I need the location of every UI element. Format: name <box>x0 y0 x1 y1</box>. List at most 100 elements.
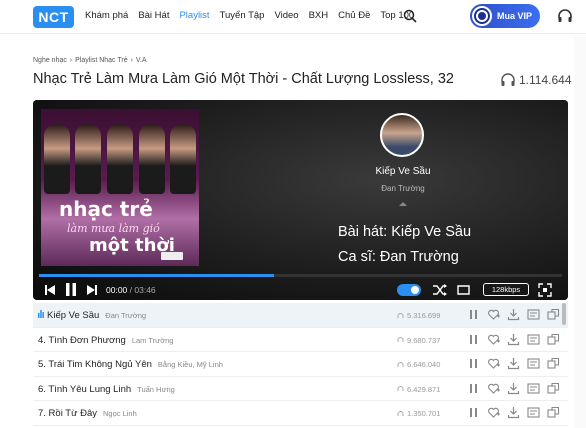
play-count-value: 6.429.871 <box>407 384 441 394</box>
song-row[interactable]: 6. Tình Yêu Lung Linh Tuấn Hưng 6.429.871 <box>33 377 568 401</box>
play-icon[interactable] <box>467 382 480 395</box>
lyrics-icon[interactable] <box>527 308 540 321</box>
breadcrumb-va[interactable]: V.A <box>136 57 147 64</box>
buy-vip-button[interactable]: Mua VIP <box>470 4 540 28</box>
download-icon[interactable] <box>507 308 520 321</box>
total-time: 03:46 <box>134 285 156 295</box>
add-to-playlist-icon[interactable] <box>487 357 500 370</box>
share-icon[interactable] <box>547 406 560 419</box>
headphone-icon[interactable] <box>557 8 573 24</box>
play-count-value: 6.646.040 <box>407 360 441 369</box>
add-to-playlist-icon[interactable] <box>487 406 500 419</box>
cover-face <box>138 124 165 194</box>
play-count: 1.350.701 <box>397 409 440 418</box>
play-count-value: 9.680.737 <box>407 335 441 345</box>
caret-up-icon <box>399 202 407 206</box>
previous-icon[interactable] <box>45 285 55 295</box>
cover-face <box>170 124 197 194</box>
search-button[interactable] <box>403 9 417 28</box>
music-player: nhạc trẻ làm mưa làm gió một thời Kiếp V… <box>33 100 568 300</box>
song-title-text[interactable]: 5. Trái Tim Không Ngủ Yên <box>38 359 152 370</box>
add-to-playlist-icon[interactable] <box>487 308 500 321</box>
share-icon[interactable] <box>547 357 560 370</box>
play-icon[interactable] <box>467 357 480 370</box>
song-row[interactable]: 5. Trái Tim Không Ngủ Yên Bằng Kiều, Mỹ L… <box>33 352 568 377</box>
song-row[interactable]: 4. Tình Đơn Phương Lam Trường 9.680.737 <box>33 328 568 352</box>
play-icon[interactable] <box>467 406 480 419</box>
lyric-song-line: Bài hát: Kiếp Ve Sầu <box>338 224 472 240</box>
now-playing-song[interactable]: Kiếp Ve Sầu <box>373 166 433 177</box>
song-artist[interactable]: Lam Trường <box>132 336 174 345</box>
autoplay-toggle[interactable] <box>397 284 421 296</box>
download-icon[interactable] <box>507 382 520 395</box>
nct-logo[interactable]: NCT <box>33 6 74 28</box>
nav-item-bxh[interactable]: BXH <box>309 10 329 21</box>
cover-label-badge <box>161 252 183 260</box>
nav-item-tuyen-tap[interactable]: Tuyển Tập <box>220 10 265 21</box>
lyrics-icon[interactable] <box>527 406 540 419</box>
play-icon[interactable] <box>467 308 480 321</box>
lyrics-icon[interactable] <box>527 382 540 395</box>
lyrics-icon[interactable] <box>527 333 540 346</box>
download-icon[interactable] <box>507 357 520 370</box>
next-icon[interactable] <box>87 285 97 295</box>
play-count: 6.429.871 <box>397 385 440 394</box>
song-title[interactable]: Kiếp Ve Sầu Đan Trường <box>38 310 146 321</box>
cover-face <box>43 124 70 194</box>
add-to-playlist-icon[interactable] <box>487 382 500 395</box>
share-icon[interactable] <box>547 333 560 346</box>
now-playing-artist[interactable]: Đan Trường <box>373 184 433 193</box>
lyrics-icon[interactable] <box>527 357 540 370</box>
play-icon[interactable] <box>467 333 480 346</box>
song-row[interactable]: Kiếp Ve Sầu Đan Trường 5.316.699 <box>33 303 568 328</box>
listen-count: 1.114.644 <box>500 73 572 87</box>
breadcrumb-playlist-nhac-tre[interactable]: Playlist Nhạc Trẻ <box>75 57 128 64</box>
playlist-cover: nhạc trẻ làm mưa làm gió một thời <box>41 109 199 266</box>
player-controls: 00:00 / 03:46 128kbps <box>33 280 568 300</box>
download-icon[interactable] <box>507 333 520 346</box>
download-icon[interactable] <box>507 406 520 419</box>
add-to-playlist-icon[interactable] <box>487 333 500 346</box>
song-title[interactable]: 4. Tình Đơn Phương Lam Trường <box>38 335 173 346</box>
play-count: 9.680.737 <box>397 336 440 345</box>
share-icon[interactable] <box>547 382 560 395</box>
song-artist[interactable]: Ngọc Linh <box>103 409 137 418</box>
artist-avatar[interactable] <box>380 113 424 157</box>
breadcrumb-separator: › <box>128 57 135 64</box>
song-actions <box>467 382 567 395</box>
quality-selector[interactable]: 128kbps <box>483 283 529 296</box>
nav-item-bai-hat[interactable]: Bài Hát <box>138 10 169 21</box>
share-icon[interactable] <box>547 308 560 321</box>
nav-item-chu-de[interactable]: Chủ Đề <box>338 10 370 21</box>
lyric-singer-line: Ca sĩ: Đan Trường <box>338 249 459 265</box>
repeat-icon[interactable] <box>457 284 470 296</box>
nav-item-kham-pha[interactable]: Khám phá <box>85 10 128 21</box>
time-display: 00:00 / 03:46 <box>106 285 156 295</box>
song-artist[interactable]: Tuấn Hưng <box>137 385 175 394</box>
song-row[interactable]: 7. Rồi Từ Đây Ngọc Linh 1.350.701 <box>33 401 568 426</box>
nav-item-video[interactable]: Video <box>274 10 298 21</box>
song-title-text[interactable]: 6. Tình Yêu Lung Linh <box>38 384 131 395</box>
current-time: 00:00 <box>106 285 128 295</box>
nav-item-playlist[interactable]: Playlist <box>179 10 209 21</box>
now-playing-icon <box>38 310 44 318</box>
song-title-text[interactable]: Kiếp Ve Sầu <box>47 310 99 321</box>
progress-bar[interactable] <box>39 274 562 277</box>
buy-vip-label: Mua VIP <box>497 11 533 21</box>
cover-artists-photo <box>41 109 199 194</box>
fullscreen-lyric-icon[interactable] <box>538 283 552 297</box>
headphone-icon <box>397 312 404 318</box>
song-title-text[interactable]: 7. Rồi Từ Đây <box>38 408 97 419</box>
play-pause-icon[interactable] <box>65 283 77 296</box>
song-artist[interactable]: Đan Trường <box>105 311 146 320</box>
song-title[interactable]: 6. Tình Yêu Lung Linh Tuấn Hưng <box>38 384 175 395</box>
cover-face <box>106 124 133 194</box>
song-title-text[interactable]: 4. Tình Đơn Phương <box>38 335 126 346</box>
breadcrumb-nghe-nhac[interactable]: Nghe nhạc <box>33 57 67 64</box>
song-title[interactable]: 5. Trái Tim Không Ngủ Yên Bằng Kiều, Mỹ L… <box>38 359 223 370</box>
song-artist[interactable]: Bằng Kiều, Mỹ Linh <box>158 360 223 369</box>
scrollbar[interactable] <box>562 303 566 325</box>
song-title[interactable]: 7. Rồi Từ Đây Ngọc Linh <box>38 408 137 419</box>
shuffle-icon[interactable] <box>433 284 447 296</box>
play-count-value: 5.316.699 <box>407 311 441 320</box>
